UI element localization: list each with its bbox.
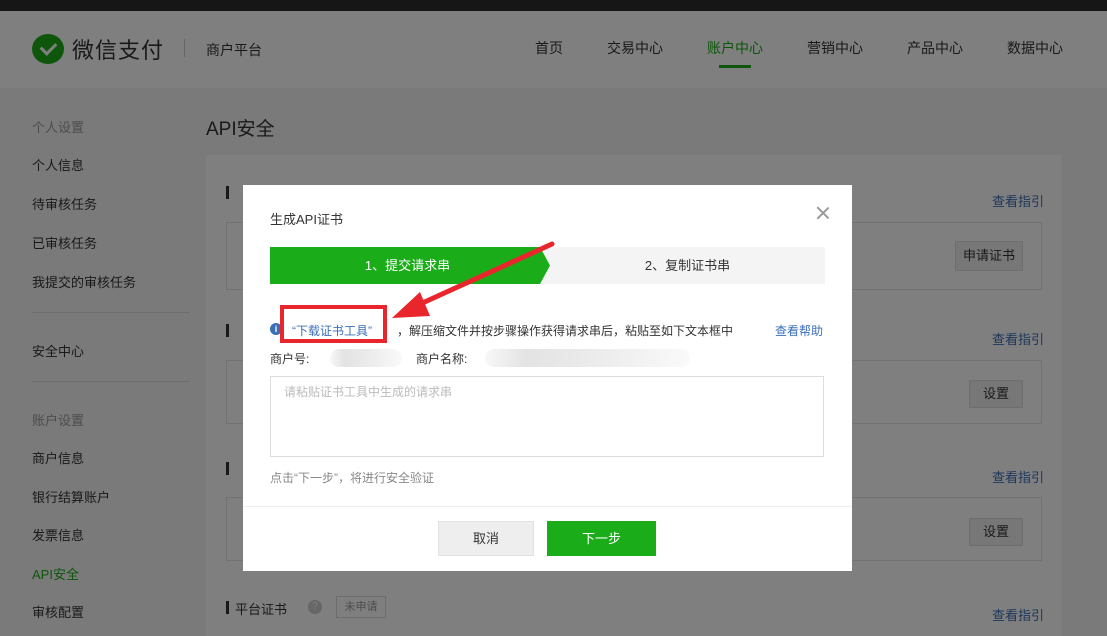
annotation-highlight-box [280,305,387,343]
generate-cert-modal: 生成API证书 1、提交请求串 2、复制证书串 i “下载证书工具” ，解压缩文… [243,185,852,571]
request-string-input[interactable] [270,376,824,457]
next-step-button[interactable]: 下一步 [547,521,656,556]
step-2-label: 2、复制证书串 [644,258,731,273]
merchant-name-label: 商户名称: [416,352,468,366]
close-icon[interactable] [815,205,831,221]
merchant-no-label: 商户号: [270,352,310,366]
step-1-label: 1、提交请求串 [364,258,451,273]
merchant-meta-row: 商户号: 商户名称: [270,349,825,367]
redacted-merchant-name [485,349,690,367]
security-hint: 点击“下一步”，将进行安全验证 [270,471,434,485]
step-indicator: 1、提交请求串 2、复制证书串 [270,247,825,284]
cancel-button[interactable]: 取消 [438,521,534,556]
redacted-merchant-no [330,349,402,367]
modal-footer-divider [243,506,852,507]
view-help-link[interactable]: 查看帮助 [775,322,823,339]
modal-title: 生成API证书 [270,212,343,227]
instruction-text: ，解压缩文件并按步骤操作获得请求串后，粘贴至如下文本框中 [397,324,734,338]
